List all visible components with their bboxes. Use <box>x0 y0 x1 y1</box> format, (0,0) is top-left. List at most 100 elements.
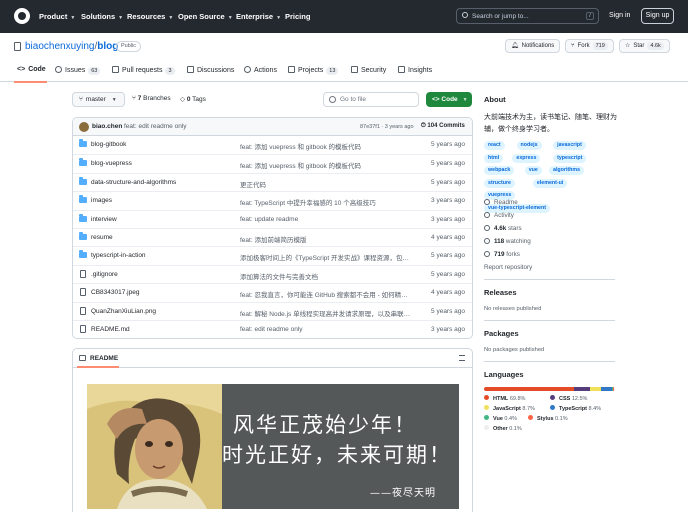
file-name-link[interactable]: images <box>91 197 112 204</box>
readme-tab[interactable]: README <box>90 355 118 362</box>
code-dropdown-button[interactable]: <> Code ▼ <box>426 92 472 107</box>
file-commit-message[interactable]: 添加极客时间上的《TypeScript 开发实战》课程资源，包含... <box>240 252 412 262</box>
tab-security[interactable]: Security <box>351 66 386 74</box>
activity-link[interactable]: Activity <box>484 212 514 219</box>
file-commit-message[interactable]: feat: edit readme only <box>240 326 412 333</box>
releases-heading[interactable]: Releases <box>484 288 517 297</box>
commit-hash-time[interactable]: 87e37f1 · 3 years ago <box>360 124 414 130</box>
file-row[interactable]: QuanZhanXiuLian.png feat: 解秘 Node.js 单线程实… <box>73 301 472 320</box>
language-percent: 8.4% <box>588 406 602 412</box>
file-row[interactable]: CB8343017.jpeg feat: 忍我直言，你可能连 GitHub 搜索都… <box>73 283 472 301</box>
topic-tag[interactable]: vue <box>524 166 542 175</box>
file-name-link[interactable]: typescript-in-action <box>91 252 146 259</box>
file-name-link[interactable]: .gitignore <box>91 271 118 278</box>
forks-link[interactable]: 719 forks <box>484 251 520 258</box>
commit-message-link[interactable]: feat: edit readme only <box>124 123 187 130</box>
go-to-file-input[interactable]: Go to file <box>323 92 419 107</box>
file-commit-message[interactable]: feat: 解秘 Node.js 单线程实现高并发请求原理，以及串联同... <box>240 308 412 318</box>
file-commit-message[interactable]: feat: TypeScript 中提升幸福感的 10 个高级技巧 <box>240 197 412 207</box>
file-row[interactable]: README.md feat: edit readme only 3 years a… <box>73 320 472 338</box>
language-item[interactable]: Stylus 0.1% <box>528 415 568 422</box>
file-row[interactable]: typescript-in-action 添加极客时间上的《TypeScript … <box>73 246 472 264</box>
file-name-link[interactable]: blog-gitbook <box>91 141 126 148</box>
file-name-link[interactable]: README.md <box>91 326 130 333</box>
pulse-icon <box>484 212 490 218</box>
sign-in-link[interactable]: Sign in <box>609 12 630 19</box>
outline-list-icon[interactable] <box>459 355 465 361</box>
file-name-link[interactable]: QuanZhanXiuLian.png <box>91 308 156 315</box>
report-repository-link[interactable]: Report repository <box>484 264 532 271</box>
tab-projects[interactable]: Projects 13 <box>288 66 339 75</box>
file-name-link[interactable]: blog-vuepress <box>91 160 132 167</box>
tab-code[interactable]: <> Code <box>17 66 46 73</box>
readme-link[interactable]: Readme <box>484 199 518 206</box>
star-button[interactable]: ☆ Star 4.6k <box>619 39 670 53</box>
tab-actions[interactable]: Actions <box>244 66 277 74</box>
topic-tag[interactable]: structure <box>484 178 515 188</box>
nav-pricing[interactable]: Pricing <box>285 12 310 21</box>
topic-tag[interactable]: html <box>484 153 504 163</box>
file-row[interactable]: blog-vuepress feat: 添加 vuepress 和 gitbook… <box>73 154 472 172</box>
branch-selector[interactable]: ⑂ master ▼ <box>72 92 125 107</box>
file-commit-message[interactable]: 更正代码 <box>240 179 412 189</box>
topic-tag[interactable]: javascript <box>553 141 586 150</box>
file-commit-message[interactable]: feat: 添加 vuepress 和 gitbook 的模板代码 <box>240 141 412 151</box>
fork-button[interactable]: ⑂ Fork 719 <box>565 39 614 53</box>
file-row[interactable]: interview feat: update readme 3 years ago <box>73 209 472 228</box>
file-name-link[interactable]: resume <box>91 234 113 241</box>
file-commit-message[interactable]: feat: 添加前端简历模版 <box>240 234 412 244</box>
tab-issues[interactable]: Issues 63 <box>55 66 101 75</box>
file-commit-message[interactable]: 添加算法的文件与完善文档 <box>240 271 412 281</box>
tab-insights[interactable]: Insights <box>398 66 432 74</box>
file-row[interactable]: data-structure-and-algorithms 更正代码 5 years… <box>73 172 472 191</box>
file-commit-message[interactable]: feat: 忍我直言，你可能连 GitHub 搜索都不会用 - 如何精准... <box>240 289 412 299</box>
language-item[interactable]: JavaScript 8.7% <box>484 405 535 412</box>
branches-link[interactable]: ⑂ 7 Branches <box>132 95 171 102</box>
file-name-link[interactable]: CB8343017.jpeg <box>91 289 139 296</box>
file-row[interactable]: blog-gitbook feat: 添加 vuepress 和 gitbook … <box>73 136 472 154</box>
watching-link[interactable]: 118 watching <box>484 238 531 245</box>
language-item[interactable]: TypeScript 8.4% <box>550 405 601 412</box>
packages-heading[interactable]: Packages <box>484 329 519 338</box>
topic-tag[interactable]: typescript <box>553 153 587 163</box>
file-commit-time: 3 years ago <box>431 326 465 333</box>
commits-count: 104 <box>427 123 438 129</box>
search-input[interactable]: Search or jump to... / <box>456 8 599 24</box>
topic-tag[interactable]: express <box>512 153 541 163</box>
notifications-button[interactable]: 🔔︎ Notifications <box>505 39 561 53</box>
file-row[interactable]: .gitignore 添加算法的文件与完善文档 5 years ago <box>73 264 472 283</box>
topic-tag[interactable]: element-ui <box>532 178 568 188</box>
tab-discussions[interactable]: Discussions <box>187 66 234 74</box>
tab-code-label: Code <box>28 66 46 73</box>
language-item[interactable]: Vue 0.4% <box>484 415 517 422</box>
topic-tag[interactable]: react <box>484 141 505 150</box>
commit-author-link[interactable]: biao.chen <box>92 123 122 130</box>
language-item[interactable]: HTML 69.8% <box>484 395 525 402</box>
language-item[interactable]: Other 0.1% <box>484 425 522 432</box>
file-name-link[interactable]: interview <box>91 216 117 223</box>
nav-open-source[interactable]: Open Source ▼ <box>178 12 233 21</box>
languages-heading: Languages <box>484 370 524 379</box>
sign-up-button[interactable]: Sign up <box>641 8 674 24</box>
nav-resources[interactable]: Resources ▼ <box>127 12 173 21</box>
topic-tag[interactable]: nodejs <box>516 141 542 150</box>
commits-history-link[interactable]: 🕓︎ 104 Commits <box>421 123 465 130</box>
nav-solutions[interactable]: Solutions ▼ <box>81 12 123 21</box>
language-item[interactable]: CSS 12.5% <box>550 395 587 402</box>
file-name-link[interactable]: data-structure-and-algorithms <box>91 179 176 186</box>
stars-link[interactable]: 4.6k stars <box>484 225 522 232</box>
file-row[interactable]: images feat: TypeScript 中提升幸福感的 10 个高级技巧 3… <box>73 191 472 209</box>
nav-product[interactable]: Product ▼ <box>39 12 75 21</box>
file-row[interactable]: resume feat: 添加前端简历模版 4 years ago <box>73 228 472 246</box>
avatar[interactable] <box>79 122 89 132</box>
tab-pull-requests[interactable]: Pull requests 3 <box>112 66 175 75</box>
language-percent: 69.8% <box>509 396 526 402</box>
nav-enterprise[interactable]: Enterprise ▼ <box>236 12 281 21</box>
repo-owner-link[interactable]: biaochenxuying <box>25 41 95 52</box>
file-commit-message[interactable]: feat: 添加 vuepress 和 gitbook 的模板代码 <box>240 160 412 170</box>
tags-link[interactable]: ◇ 0 Tags <box>180 95 206 103</box>
topic-tag[interactable]: algorithms <box>549 166 585 175</box>
github-logo-icon[interactable] <box>14 8 30 24</box>
file-commit-message[interactable]: feat: update readme <box>240 216 412 223</box>
topic-tag[interactable]: webpack <box>484 166 515 175</box>
